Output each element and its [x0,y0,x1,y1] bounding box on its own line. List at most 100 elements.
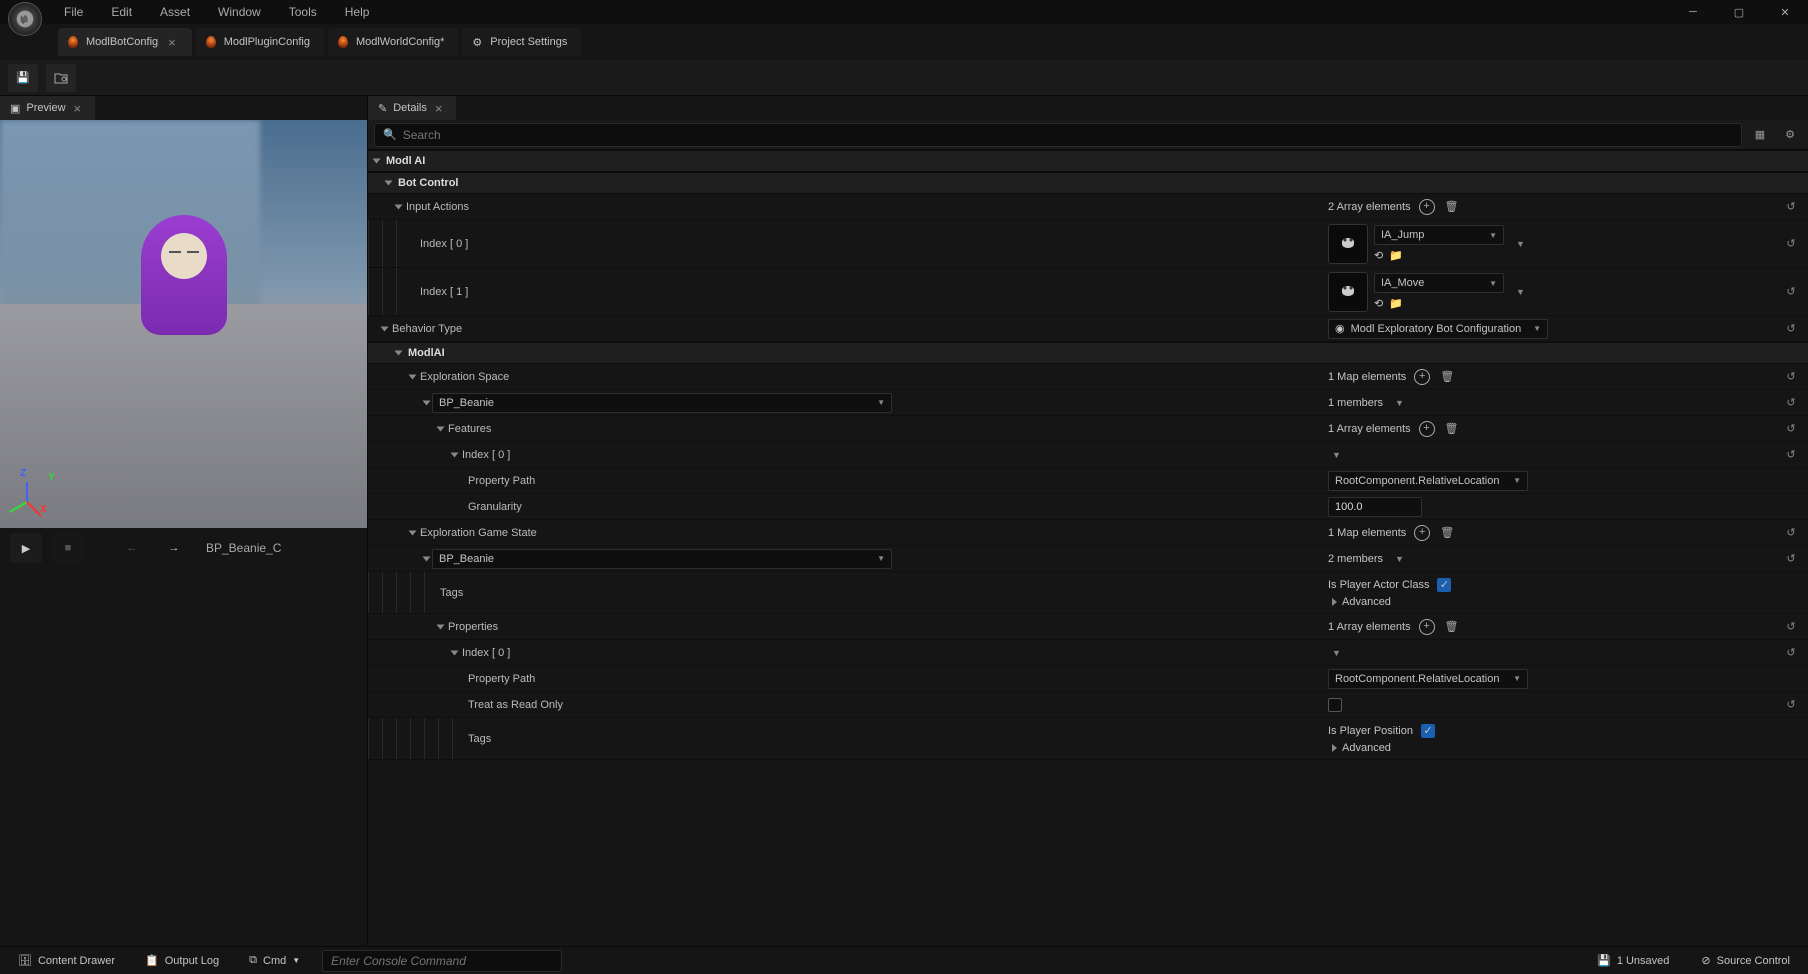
browse-button[interactable] [46,64,76,92]
add-element-button[interactable]: + [1419,619,1435,635]
close-icon[interactable]: × [166,35,178,50]
property-path-combo[interactable]: RootComponent.RelativeLocation▼ [1328,669,1528,689]
granularity-input[interactable]: 100.0 [1328,497,1422,517]
details-body[interactable]: Modl AI Bot Control Input Actions 2 Arra… [368,150,1808,946]
tab-project-settings[interactable]: ⚙ Project Settings [462,28,581,56]
chevron-down-icon[interactable]: ▼ [1391,394,1408,412]
close-icon[interactable]: × [433,101,445,116]
row-tags-2: Tags Is Player Position✓ Advanced [368,718,1808,760]
checkbox-treat-read-only[interactable] [1328,698,1342,712]
chevron-down-icon[interactable]: ▼ [1328,446,1345,464]
row-behavior-type: Behavior Type ◉ Modl Exploratory Bot Con… [368,316,1808,342]
asset-combo[interactable]: IA_Jump▼ [1374,225,1504,245]
save-button[interactable]: 💾 [8,64,38,92]
search-field[interactable] [403,128,1733,142]
menu-help[interactable]: Help [331,1,384,23]
reset-button[interactable]: ↺ [1782,368,1800,386]
panel-tab-row: ▣ Preview × [0,96,367,120]
add-element-button[interactable]: + [1414,525,1430,541]
reset-button[interactable]: ↺ [1782,283,1800,301]
class-combo[interactable]: BP_Beanie▼ [432,549,892,569]
browse-icon[interactable]: 📁 [1389,297,1403,310]
reset-button[interactable]: ↺ [1782,198,1800,216]
advanced-toggle[interactable]: Advanced [1328,742,1391,754]
unsaved-button[interactable]: 💾1 Unsaved [1589,950,1677,971]
close-icon[interactable]: × [72,101,84,116]
reset-button[interactable]: ↺ [1782,524,1800,542]
next-button[interactable]: → [158,533,190,563]
delete-element-button[interactable]: 🗑 [1445,422,1459,436]
category-modl-ai[interactable]: Modl AI [368,150,1808,172]
reset-button[interactable]: ↺ [1782,420,1800,438]
use-selected-icon[interactable]: ⟲ [1374,297,1383,310]
checkbox-is-player-actor[interactable]: ✓ [1437,578,1451,592]
flame-icon [68,36,78,48]
tab-modlpluginconfig[interactable]: ModlPluginConfig [196,28,324,56]
content-drawer-button[interactable]: 🗄Content Drawer [10,950,123,971]
reset-button[interactable]: ↺ [1782,644,1800,662]
chevron-down-icon[interactable]: ▼ [1328,644,1345,662]
behavior-combo[interactable]: ◉ Modl Exploratory Bot Configuration▼ [1328,319,1548,339]
reset-button[interactable]: ↺ [1782,446,1800,464]
search-row: 🔍 ▦ ⚙ [368,120,1808,150]
map-count: 1 Map elements [1328,371,1406,383]
browse-icon[interactable]: 📁 [1389,249,1403,262]
menu-asset[interactable]: Asset [146,1,204,23]
menu-edit[interactable]: Edit [97,1,146,23]
grid-icon[interactable]: ▦ [1748,123,1772,147]
delete-element-button[interactable]: 🗑 [1440,370,1454,384]
array-count: 2 Array elements [1328,201,1411,213]
details-tab[interactable]: ✎ Details × [368,96,456,120]
minimize-button[interactable]: ─ [1670,0,1716,24]
viewport[interactable]: ZYX [0,120,367,528]
menu-file[interactable]: File [50,1,97,23]
delete-element-button[interactable]: 🗑 [1440,526,1454,540]
maximize-button[interactable]: ▢ [1716,0,1762,24]
preview-pane: ▣ Preview × ZYX ▶ ■ ← → BP_Beanie_C [0,96,368,946]
advanced-toggle[interactable]: Advanced [1328,596,1391,608]
category-modlai-sub[interactable]: ModlAI [368,342,1808,364]
console-input[interactable] [322,950,562,972]
reset-button[interactable]: ↺ [1782,618,1800,636]
tab-label: ModlWorldConfig* [356,36,444,48]
delete-element-button[interactable]: 🗑 [1445,620,1459,634]
output-log-button[interactable]: 📋Output Log [137,950,227,971]
search-input[interactable]: 🔍 [374,123,1742,147]
close-button[interactable]: ✕ [1762,0,1808,24]
checkbox-is-player-position[interactable]: ✓ [1421,724,1435,738]
delete-element-button[interactable]: 🗑 [1445,200,1459,214]
chevron-down-icon[interactable]: ▼ [1391,550,1408,568]
add-element-button[interactable]: + [1419,199,1435,215]
main-area: ▣ Preview × ZYX ▶ ■ ← → BP_Beanie_C [0,96,1808,946]
property-path-combo[interactable]: RootComponent.RelativeLocation▼ [1328,471,1528,491]
reset-button[interactable]: ↺ [1782,394,1800,412]
reset-button[interactable]: ↺ [1782,235,1800,253]
class-combo[interactable]: BP_Beanie▼ [432,393,892,413]
chevron-down-icon[interactable]: ▼ [1512,235,1529,253]
reset-button[interactable]: ↺ [1782,696,1800,714]
play-button[interactable]: ▶ [10,533,42,563]
prev-button[interactable]: ← [116,533,148,563]
console-field[interactable] [331,954,553,968]
use-selected-icon[interactable]: ⟲ [1374,249,1383,262]
row-granularity: Granularity 100.0 [368,494,1808,520]
menu-tools[interactable]: Tools [275,1,331,23]
reset-button[interactable]: ↺ [1782,320,1800,338]
tab-modlbotconfig[interactable]: ModlBotConfig × [58,28,192,56]
reset-button[interactable]: ↺ [1782,550,1800,568]
add-element-button[interactable]: + [1419,421,1435,437]
chevron-down-icon[interactable]: ▼ [1512,283,1529,301]
preview-tab[interactable]: ▣ Preview × [0,96,95,120]
row-treat-read-only: Treat as Read Only ↺ [368,692,1808,718]
gear-icon[interactable]: ⚙ [1778,123,1802,147]
window-controls: ─ ▢ ✕ [1670,0,1808,24]
cmd-dropdown[interactable]: ⧉Cmd ▼ [241,950,308,971]
tab-modlworldconfig[interactable]: ModlWorldConfig* [328,28,458,56]
source-control-button[interactable]: ⊘Source Control [1693,950,1798,971]
asset-combo[interactable]: IA_Move▼ [1374,273,1504,293]
category-bot-control[interactable]: Bot Control [368,172,1808,194]
stop-button[interactable]: ■ [52,533,84,563]
add-element-button[interactable]: + [1414,369,1430,385]
row-tags: Tags Is Player Actor Class✓ Advanced [368,572,1808,614]
menu-window[interactable]: Window [204,1,275,23]
